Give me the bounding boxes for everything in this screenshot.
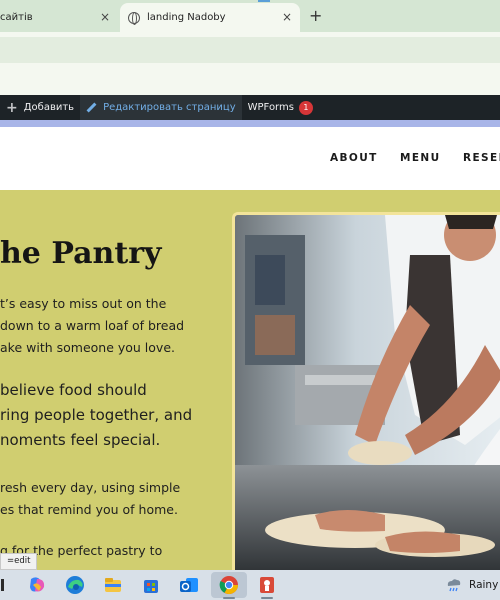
tab-title: landing Nadoby — [147, 12, 226, 23]
hero-quote-line: believe food should — [0, 381, 147, 399]
hero-body-line: resh every day, using simple — [0, 480, 181, 495]
edge-icon[interactable] — [65, 575, 85, 595]
outlook-icon[interactable] — [179, 575, 199, 595]
weather-text: Rainy — [469, 579, 499, 591]
status-bar-url: =edit — [0, 553, 38, 570]
hero-title: he Pantry — [0, 236, 162, 271]
pencil-icon — [86, 103, 96, 113]
new-tab-button[interactable]: + — [309, 6, 322, 25]
nav-item-reservations[interactable]: RESER — [463, 152, 500, 164]
store-icon[interactable] — [141, 575, 161, 595]
hero-intro-line: t’s easy to miss out on the — [0, 296, 167, 311]
bakers-photo-illustration — [235, 215, 500, 570]
app-icon[interactable] — [257, 575, 277, 595]
browser-tab-inactive[interactable]: сайтів × — [0, 3, 118, 32]
windows-taskbar: Rainy — [0, 570, 500, 600]
add-new-button[interactable]: + Добавить — [0, 95, 80, 120]
site-header: ABOUT MENU RESER — [0, 127, 500, 190]
browser-tab-active[interactable]: landing Nadoby × — [120, 3, 300, 32]
hero-quote-line: noments feel special. — [0, 431, 161, 449]
chrome-icon[interactable] — [219, 575, 239, 595]
weather-widget[interactable]: Rainy — [445, 576, 498, 594]
tab-title: сайтів — [0, 12, 33, 23]
hero-intro-line: ake with someone you love. — [0, 340, 175, 355]
running-indicator — [261, 597, 273, 599]
plus-icon: + — [6, 99, 18, 116]
file-explorer-icon[interactable] — [103, 575, 123, 595]
wpforms-label: WPForms — [247, 102, 294, 113]
edit-page-button[interactable]: Редактировать страницу — [80, 95, 242, 120]
hero-section: he Pantry t’s easy to miss out on the do… — [0, 190, 500, 570]
hero-body-line: es that remind you of home. — [0, 502, 178, 517]
browser-tab-strip: сайтів × landing Nadoby × + — [0, 0, 500, 32]
address-bar[interactable] — [0, 37, 500, 63]
notification-badge: 1 — [298, 100, 313, 115]
running-indicator — [223, 597, 235, 599]
start-fragment-icon — [1, 579, 4, 591]
rain-icon — [447, 579, 461, 592]
edit-page-label: Редактировать страницу — [103, 102, 236, 113]
globe-icon — [128, 11, 140, 25]
nav-item-about[interactable]: ABOUT — [330, 152, 378, 164]
wp-admin-bar: + Добавить Редактировать страницу WPForm… — [0, 95, 500, 120]
bakers-photo — [232, 212, 500, 570]
add-new-label: Добавить — [23, 102, 75, 113]
nav-item-menu[interactable]: MENU — [400, 152, 441, 164]
hero-intro-line: down to a warm loaf of bread — [0, 318, 185, 333]
tab-close-icon[interactable]: × — [282, 10, 292, 24]
tab-accent-line — [258, 0, 270, 2]
wpforms-menu[interactable]: WPForms 1 — [242, 95, 319, 120]
browser-toolbar — [0, 32, 500, 95]
tab-close-icon[interactable]: × — [100, 10, 110, 24]
copilot-icon[interactable] — [27, 575, 47, 595]
admin-bar-divider — [0, 120, 500, 127]
hero-quote-line: ring people together, and — [0, 406, 193, 424]
